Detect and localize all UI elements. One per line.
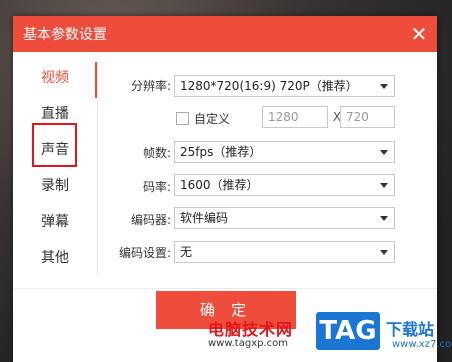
watermark-download: 下载站	[386, 320, 435, 339]
chevron-down-icon	[380, 250, 388, 255]
chevron-down-icon	[380, 216, 388, 221]
watermark-text: 电脑技术网	[208, 320, 294, 339]
encoder-label: 编码器:	[130, 213, 171, 227]
encoder-value: 软件编码	[180, 211, 229, 225]
custom-width-input[interactable]: 1280	[262, 106, 328, 128]
dialog-title: 基本参数设置	[23, 27, 107, 43]
fps-label: 帧数:	[142, 146, 171, 160]
sidebar-item-record[interactable]: 录制	[13, 172, 97, 200]
chevron-down-icon	[380, 84, 388, 89]
close-icon[interactable]: ✕	[407, 22, 431, 46]
resolution-value: 1280*720(16:9) 720P（推荐）	[180, 79, 358, 93]
bitrate-value: 1600（推荐）	[180, 178, 259, 192]
chevron-down-icon	[380, 150, 388, 155]
resolution-select[interactable]: 1280*720(16:9) 720P（推荐）	[174, 75, 395, 97]
dialog-titlebar: 基本参数设置 ✕	[13, 16, 437, 52]
sidebar-item-other[interactable]: 其他	[13, 244, 97, 272]
tag-logo: TAG	[313, 309, 383, 353]
encoder-settings-label: 编码设置:	[118, 246, 171, 260]
sidebar-item-danmaku[interactable]: 弹幕	[13, 208, 97, 236]
fps-select[interactable]: 25fps（推荐）	[174, 141, 395, 163]
watermark-url: www.tagxp.com	[208, 338, 288, 349]
bitrate-select[interactable]: 1600（推荐）	[174, 174, 395, 196]
highlight-box	[32, 123, 77, 167]
sidebar-item-video[interactable]: 视频	[13, 64, 97, 92]
encoder-settings-select[interactable]: 无	[174, 241, 395, 263]
encoder-settings-value: 无	[180, 245, 193, 259]
custom-height-input[interactable]: 720	[340, 106, 395, 128]
custom-checkbox[interactable]	[176, 112, 189, 125]
resolution-label: 分辨率:	[130, 79, 171, 93]
custom-label: 自定义	[194, 112, 231, 126]
watermark-site: www.xz7.com	[392, 339, 452, 350]
sidebar: 视频 直播 声音 录制 弹幕 其他	[13, 52, 97, 288]
fps-value: 25fps（推荐）	[180, 145, 262, 159]
footer-divider	[13, 288, 437, 289]
chevron-down-icon	[380, 183, 388, 188]
bitrate-label: 码率:	[142, 180, 171, 194]
encoder-select[interactable]: 软件编码	[174, 207, 395, 229]
